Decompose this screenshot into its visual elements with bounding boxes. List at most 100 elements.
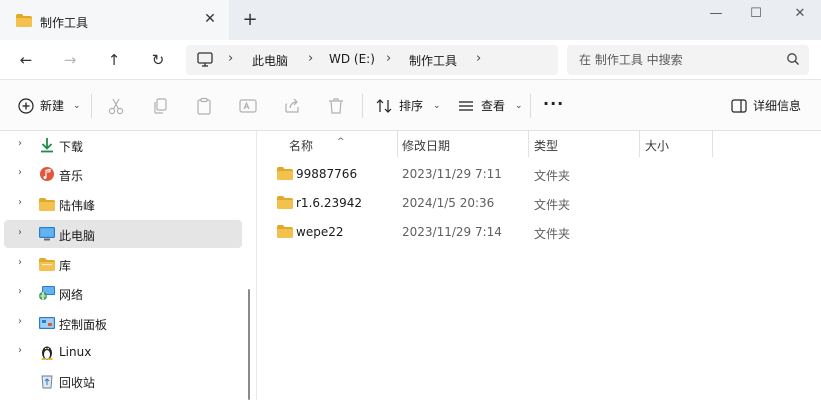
file-name: 99887766 [296,167,358,181]
sort-icon [376,98,392,113]
title-bar: 制作工具 ✕ + — ☐ ✕ [0,0,821,40]
chevron-down-icon: ⌄ [73,100,81,111]
expand-chevron-icon[interactable]: › [18,257,22,268]
file-modified: 2023/11/29 7:11 [402,167,502,181]
sidebar-item-label: 控制面板 [59,318,108,332]
search-box[interactable] [567,45,809,75]
new-button-label: 新建 [40,99,65,113]
music-icon [40,167,54,181]
up-button[interactable]: ↑ [103,49,125,71]
sidebar-item-control-panel[interactable]: › 控制面板 [4,309,242,337]
sidebar-item-library[interactable]: › 库 [4,250,242,278]
view-button[interactable]: 查看 ⌄ [458,97,523,114]
paste-icon[interactable] [194,96,214,116]
folder-icon [16,14,32,27]
file-modified: 2023/11/29 7:14 [402,225,502,239]
breadcrumb-separator[interactable]: › [308,51,313,66]
file-list: 名称 ^ 修改日期 类型 大小 99887766 2023/11/29 7:11… [257,131,821,400]
chevron-down-icon: ⌄ [433,100,441,111]
command-bar: 新建 ⌄ 排序 ⌄ 查看 ⌄ ··· 详细信息 [0,80,821,131]
maximize-button[interactable]: ☐ [733,4,779,26]
file-modified: 2024/1/5 20:36 [402,196,495,210]
refresh-button[interactable]: ↻ [147,49,169,71]
breadcrumb-separator[interactable]: › [386,51,391,66]
column-header-type[interactable]: 类型 [529,131,639,157]
file-row[interactable]: r1.6.23942 2024/1/5 20:36 文件夹 [257,189,821,217]
tab-close-button[interactable]: ✕ [201,10,219,28]
details-pane-icon [731,98,747,113]
sidebar-item-downloads[interactable]: › 下载 [4,131,242,159]
column-header-size[interactable]: 大小 [640,131,712,157]
sidebar-item-label: 音乐 [59,169,84,183]
breadcrumb-separator[interactable]: › [476,51,481,66]
column-header-name-label: 名称 [289,139,314,153]
sidebar-item-music[interactable]: › 音乐 [4,160,242,188]
expand-chevron-icon[interactable]: › [18,167,22,178]
sidebar-item-label: 下载 [59,140,84,154]
sort-button[interactable]: 排序 ⌄ [376,97,441,114]
file-type: 文件夹 [534,227,571,241]
file-row[interactable]: wepe22 2023/11/29 7:14 文件夹 [257,218,821,246]
sidebar-item-this-pc[interactable]: › 此电脑 [4,220,242,248]
toolbar-divider [91,94,92,118]
navigation-pane: › 下载 › 音乐 › 陆伟峰 › 此电脑 › 库 › 网络 › 控制面板 › … [0,131,256,400]
folder-icon [39,198,55,211]
breadcrumb-this-pc[interactable]: 此电脑 [252,52,288,69]
sidebar-item-label: 陆伟峰 [59,199,96,213]
expand-chevron-icon[interactable]: › [18,316,22,327]
folder-icon [277,225,293,238]
linux-penguin-icon [41,346,53,360]
sidebar-item-linux[interactable]: › Linux [4,338,242,366]
file-row[interactable]: 99887766 2023/11/29 7:11 文件夹 [257,160,821,188]
sidebar-item-recycle-bin[interactable]: 回收站 [4,367,242,395]
sidebar-scrollbar[interactable] [248,289,250,400]
back-button[interactable]: ← [15,49,37,71]
details-pane-button[interactable]: 详细信息 [731,97,801,114]
plus-icon [18,97,34,114]
expand-chevron-icon[interactable]: › [18,138,22,149]
sidebar-item-label: 回收站 [59,376,96,390]
sidebar-item-network[interactable]: › 网络 [4,279,242,307]
copy-icon[interactable] [150,96,170,116]
address-row: ← → ↑ ↻ › 此电脑 › WD (E:) › 制作工具 › [0,40,821,80]
address-bar[interactable]: › 此电脑 › WD (E:) › 制作工具 › [186,45,558,75]
tab-title: 制作工具 [40,16,89,30]
cut-icon[interactable] [106,96,126,116]
expand-chevron-icon[interactable]: › [18,345,22,356]
sidebar-item-label: 网络 [59,288,84,302]
breadcrumb-tools-folder[interactable]: 制作工具 [409,52,457,69]
column-divider[interactable] [712,131,713,157]
close-window-button[interactable]: ✕ [777,4,821,26]
file-name: wepe22 [296,225,344,239]
column-header-modified-label: 修改日期 [402,139,451,153]
view-label: 查看 [481,99,506,113]
sort-ascending-icon: ^ [337,137,345,147]
rename-icon[interactable] [238,96,258,116]
column-header-name[interactable]: 名称 ^ [257,131,397,157]
expand-chevron-icon[interactable]: › [18,227,22,238]
sidebar-item-label: 库 [59,259,72,273]
sidebar-item-label: Linux [59,345,92,359]
sidebar-item-user-folder[interactable]: › 陆伟峰 [4,190,242,218]
file-type: 文件夹 [534,198,571,212]
search-input[interactable] [579,51,779,69]
column-header-modified[interactable]: 修改日期 [398,131,528,157]
breadcrumb-separator[interactable]: › [228,51,233,66]
this-pc-icon [39,227,55,241]
search-icon [787,53,799,65]
breadcrumb-drive-e[interactable]: WD (E:) [329,52,375,66]
expand-chevron-icon[interactable]: › [18,197,22,208]
new-button[interactable]: 新建 ⌄ [18,97,81,114]
expand-chevron-icon[interactable]: › [18,286,22,297]
file-name: r1.6.23942 [296,196,363,210]
sort-label: 排序 [399,99,424,113]
delete-icon[interactable] [326,96,346,116]
network-icon [39,286,55,301]
control-panel-icon [39,317,55,329]
tab-current[interactable]: 制作工具 ✕ [0,0,229,40]
more-options-button[interactable]: ··· [543,94,564,113]
folder-icon [277,196,293,209]
share-icon[interactable] [282,96,302,116]
forward-button[interactable]: → [59,49,81,71]
new-tab-button[interactable]: + [240,10,260,30]
